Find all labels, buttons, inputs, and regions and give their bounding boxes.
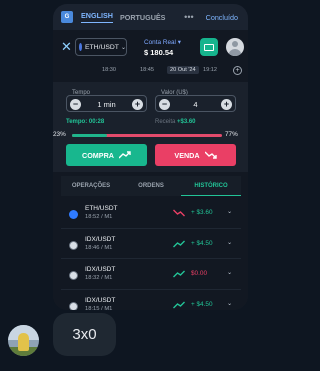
chart-time-axis: 18:30 18:45 20 Out '24 19:12 +	[53, 64, 248, 78]
message-bubble[interactable]: 3x0	[53, 313, 116, 356]
trend-up-icon	[173, 270, 185, 278]
history-row[interactable]: IDX/USDT 18:46 / M1 + $4.50 ⌄	[61, 229, 241, 259]
app-header: ✕ ETH/USDT ⌄ Conta Real ▾ $ 180.54	[53, 30, 248, 64]
history-amount: + $4.50	[191, 300, 213, 308]
time-tick: 19:12	[203, 67, 217, 73]
sentiment-bar-fill	[72, 134, 107, 137]
history-amount: + $4.50	[191, 239, 213, 247]
history-list: ETH/USDT 18:52 / M1 + $3.60 ⌄ IDX/USDT 18:46 …	[61, 198, 241, 310]
sender-avatar[interactable]	[8, 325, 39, 356]
more-icon[interactable]: •••	[184, 12, 193, 22]
trend-down-icon	[173, 209, 185, 217]
sell-button-label: VENDA	[174, 150, 200, 160]
history-time: 18:46 / M1	[85, 244, 113, 251]
wallet-icon	[203, 43, 214, 51]
history-time: 18:15 / M1	[85, 305, 113, 311]
history-asset: IDX/USDT	[85, 296, 116, 304]
history-asset: IDX/USDT	[85, 235, 116, 243]
account-label: Conta Real ▾	[144, 38, 181, 46]
eth-coin-icon	[79, 43, 82, 51]
buy-button-label: COMPRA	[82, 150, 114, 160]
chevron-down-icon: ⌄	[120, 44, 126, 51]
plus-icon[interactable]: +	[221, 98, 232, 110]
time-tick: 18:30	[102, 67, 116, 73]
history-amount: + $3.60	[191, 209, 213, 216]
time-field[interactable]: − 1 min +	[66, 95, 147, 112]
trading-app-screenshot: G ENGLISH PORTUGUÊS ••• Concluído ✕ ETH/…	[53, 4, 248, 310]
profile-avatar[interactable]	[225, 38, 244, 56]
history-amount: $0.00	[191, 270, 207, 277]
idx-coin-icon	[69, 271, 78, 280]
buy-button[interactable]: COMPRA	[66, 144, 147, 166]
put-percent: 77%	[225, 131, 238, 138]
call-percent: 23%	[53, 131, 66, 138]
tab-orders[interactable]: ORDENS	[121, 176, 181, 196]
history-row[interactable]: ETH/USDT 18:52 / M1 + $3.60 ⌄	[61, 198, 241, 229]
history-row[interactable]: IDX/USDT 18:15 / M1 + $4.50 ⌄	[61, 290, 241, 311]
history-asset: IDX/USDT	[85, 266, 116, 273]
chevron-down-icon[interactable]: ⌄	[227, 208, 232, 215]
payout-label: Receita	[155, 119, 176, 125]
lang-portuguese-tab[interactable]: PORTUGUÊS	[120, 13, 166, 22]
translation-bar: G ENGLISH PORTUGUÊS ••• Concluído	[53, 4, 248, 30]
plus-icon[interactable]: +	[132, 98, 143, 110]
wallet-button[interactable]	[199, 38, 218, 56]
shared-image-bubble[interactable]: G ENGLISH PORTUGUÊS ••• Concluído ✕ ETH/…	[53, 4, 248, 310]
app-logo-icon: ✕	[61, 39, 72, 54]
trade-panel: Tempo − 1 min + Valor (U$) − 4 + Tempo: …	[53, 82, 248, 172]
account-selector[interactable]: Conta Real ▾ $ 180.54	[144, 38, 181, 57]
chevron-down-icon[interactable]: ⌄	[227, 239, 232, 246]
history-time: 18:32 / M1	[85, 275, 113, 281]
done-button[interactable]: Concluído	[206, 13, 238, 22]
plus-icon[interactable]: +	[233, 66, 242, 75]
trend-up-icon	[173, 240, 185, 247]
pair-selector[interactable]: ETH/USDT ⌄	[75, 38, 127, 56]
trend-down-icon	[204, 151, 217, 159]
trend-up-icon	[173, 301, 185, 308]
payout-value: +$3.60	[177, 119, 196, 125]
history-row[interactable]: IDX/USDT 18:32 / M1 $0.00 ⌄	[61, 259, 241, 290]
amount-field[interactable]: − 4 +	[155, 95, 236, 112]
idx-coin-icon	[69, 301, 78, 310]
sentiment-bar	[72, 134, 222, 137]
trades-tabs: OPERAÇÕES ORDENS HISTÓRICO	[61, 176, 241, 196]
chevron-down-icon[interactable]: ⌄	[227, 300, 232, 307]
time-tick: 18:45	[140, 67, 154, 73]
account-balance: $ 180.54	[144, 47, 174, 57]
history-time: 18:52 / M1	[85, 214, 113, 220]
tab-operations[interactable]: OPERAÇÕES	[61, 176, 121, 196]
translate-icon: G	[61, 11, 73, 23]
trend-up-icon	[118, 151, 131, 159]
time-date-tick: 20 Out '24	[167, 66, 199, 74]
idx-coin-icon	[69, 240, 78, 250]
pair-label: ETH/USDT	[84, 43, 119, 51]
tab-history[interactable]: HISTÓRICO	[181, 176, 241, 196]
eth-coin-icon	[69, 210, 78, 219]
lang-english-tab[interactable]: ENGLISH	[81, 11, 113, 23]
countdown-text: Tempo: 00:28	[66, 119, 105, 125]
history-asset: ETH/USDT	[85, 205, 118, 212]
chevron-down-icon[interactable]: ⌄	[227, 269, 232, 276]
sell-button[interactable]: VENDA	[155, 144, 236, 166]
message-text: 3x0	[72, 326, 97, 343]
